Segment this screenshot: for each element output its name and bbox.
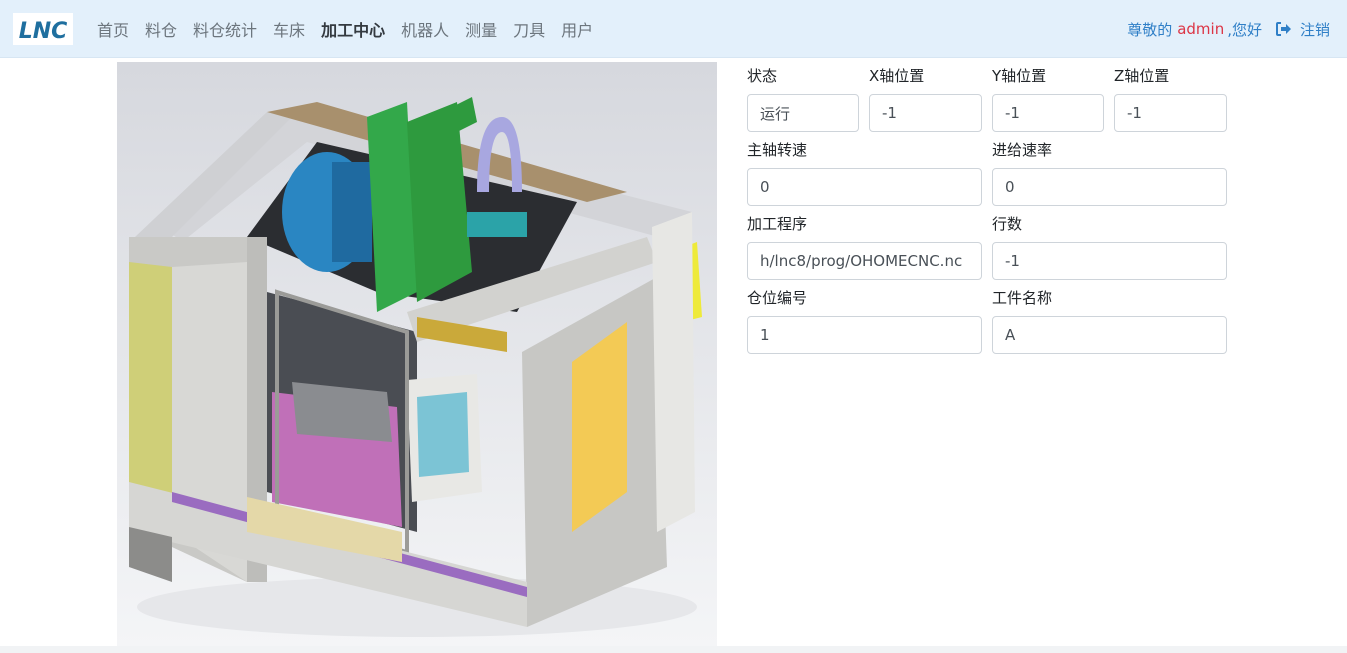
nav-item-machining-center[interactable]: 加工中心 (313, 17, 393, 41)
spindle-speed-field[interactable]: 0 (747, 168, 982, 206)
part-name-label: 工件名称 (992, 289, 1053, 307)
lnc-logo[interactable]: LNC (13, 13, 73, 45)
username[interactable]: admin (1177, 20, 1224, 38)
feed-rate-label: 进给速率 (992, 141, 1053, 159)
sign-out-icon (1275, 22, 1291, 36)
page-bottom-bar (0, 646, 1347, 653)
part-name-field[interactable]: A (992, 316, 1227, 354)
z-position-label: Z轴位置 (1114, 67, 1170, 85)
nav-item-warehouse-stats[interactable]: 料仓统计 (185, 17, 265, 41)
navbar: LNC 首页 料仓 料仓统计 车床 加工中心 机器人 测量 刀具 用户 尊敬的 … (0, 0, 1347, 58)
nav-item-tools[interactable]: 刀具 (505, 17, 553, 41)
line-number-label: 行数 (992, 215, 1023, 233)
program-field[interactable]: h/lnc8/prog/OHOMECNC.nc (747, 242, 982, 280)
x-position-label: X轴位置 (869, 67, 925, 85)
nav-item-lathe[interactable]: 车床 (265, 17, 313, 41)
svg-text:LNC: LNC (19, 19, 68, 44)
y-position-field[interactable]: -1 (992, 94, 1104, 132)
nav-item-robot[interactable]: 机器人 (393, 17, 457, 41)
nav-item-home[interactable]: 首页 (89, 17, 137, 41)
z-position-field[interactable]: -1 (1114, 94, 1227, 132)
y-position-label: Y轴位置 (992, 67, 1047, 85)
state-field[interactable]: 运行 (747, 94, 859, 132)
program-label: 加工程序 (747, 215, 808, 233)
greeting-suffix: ,您好 (1227, 20, 1262, 39)
nav-item-users[interactable]: 用户 (553, 17, 601, 41)
logout-link[interactable]: 注销 (1275, 19, 1330, 40)
greeting-prefix: 尊敬的 (1127, 20, 1173, 39)
nav-item-measurement[interactable]: 测量 (457, 17, 505, 41)
user-area: 尊敬的 admin ,您好 注销 (1127, 0, 1330, 58)
spindle-speed-label: 主轴转速 (747, 141, 808, 159)
x-position-field[interactable]: -1 (869, 94, 982, 132)
line-number-field[interactable]: -1 (992, 242, 1227, 280)
main-nav: 首页 料仓 料仓统计 车床 加工中心 机器人 测量 刀具 用户 (89, 0, 601, 58)
feed-rate-field[interactable]: 0 (992, 168, 1227, 206)
slot-number-label: 仓位编号 (747, 289, 808, 307)
logout-label: 注销 (1299, 20, 1330, 39)
nav-item-warehouse[interactable]: 料仓 (137, 17, 185, 41)
machining-center-image (117, 62, 717, 647)
state-label: 状态 (747, 67, 778, 85)
slot-number-field[interactable]: 1 (747, 316, 982, 354)
